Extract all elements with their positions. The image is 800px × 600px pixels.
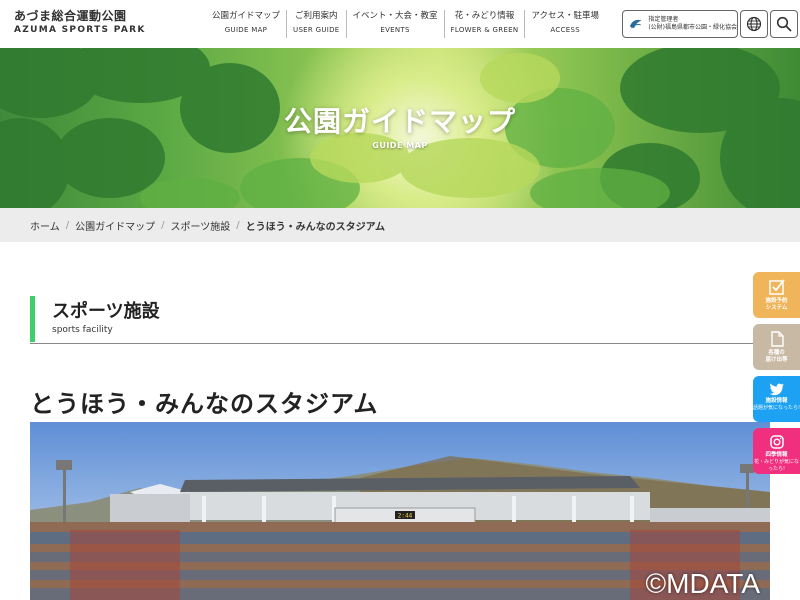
nav-label-jp: アクセス・駐車場 [531, 11, 599, 21]
breadcrumb: ホーム / 公園ガイドマップ / スポーツ施設 / とうほう・みんなのスタジアム [0, 208, 800, 242]
globe-icon [746, 16, 762, 32]
section-accent-bar [30, 296, 35, 342]
nav-guide-map[interactable]: 公園ガイドマップ GUIDE MAP [206, 10, 286, 38]
side-tab-label: 四季情報 花・みどりが気になったら! [753, 452, 800, 473]
scoreboard-clock: 2:44 [398, 513, 413, 520]
manager-line1: 指定管理者 [648, 16, 679, 23]
search-icon [776, 16, 792, 32]
hero-subtitle: GUIDE MAP [372, 141, 428, 150]
page-title: とうほう・みんなのスタジアム [30, 390, 379, 418]
side-tab-label: 施設情報 話題が気になったら! [753, 398, 800, 412]
logo-japanese: あづま総合運動公園 [14, 9, 127, 23]
side-tab-forms[interactable]: 各種の 届け出等 [753, 324, 800, 370]
nav-label-jp: 花・みどり情報 [454, 11, 515, 21]
manager-text: 指定管理者 (公財)福島県都市公園・緑化協会 [648, 16, 737, 32]
breadcrumb-separator: / [161, 219, 165, 231]
search-button[interactable] [770, 10, 798, 38]
side-tab-instagram[interactable]: 四季情報 花・みどりが気になったら! [753, 428, 800, 474]
side-tab-label-line2: 届け出等 [765, 357, 788, 363]
side-tab-label: 施設予約 システム [753, 298, 800, 312]
global-nav: 公園ガイドマップ GUIDE MAP ご利用案内 USER GUIDE イベント… [206, 10, 605, 38]
nav-label-jp: 公園ガイドマップ [212, 11, 281, 21]
side-tab-label-line1: 各種の [768, 350, 785, 356]
site-logo[interactable]: あづま総合運動公園 AZUMA SPORTS PARK [14, 9, 146, 35]
manager-link[interactable]: 指定管理者 (公財)福島県都市公園・緑化協会 [622, 10, 738, 38]
nav-label-en: FLOWER & GREEN [450, 26, 519, 34]
breadcrumb-separator: / [236, 219, 240, 231]
instagram-icon [769, 435, 784, 449]
nav-label-jp: ご利用案内 [295, 11, 338, 21]
hero-title: 公園ガイドマップ [283, 105, 516, 138]
hero-banner: 公園ガイドマップ GUIDE MAP [0, 48, 800, 208]
side-tab-label-line2: 花・みどりが気になったら! [753, 459, 799, 472]
side-tab-twitter[interactable]: 施設情報 話題が気になったら! [753, 376, 800, 422]
breadcrumb-guide-map[interactable]: 公園ガイドマップ [75, 218, 155, 233]
nav-label-en: USER GUIDE [293, 26, 340, 34]
twitter-icon [769, 383, 784, 396]
side-tab-label-line2: 話題が気になったら! [753, 405, 800, 411]
nav-label-en: GUIDE MAP [224, 26, 268, 34]
stadium-photo: 2:44 ©MDATA [30, 422, 770, 600]
logo-english: AZUMA SPORTS PARK [14, 25, 146, 35]
side-tab-label-line1: 施設情報 [765, 398, 788, 404]
side-tab-label-line2: システム [765, 305, 788, 311]
association-logo-icon [629, 19, 642, 29]
nav-events[interactable]: イベント・大会・教室 EVENTS [345, 10, 444, 38]
section-subtitle: sports facility [52, 325, 113, 335]
breadcrumb-separator: / [65, 219, 70, 231]
side-tab-label-line1: 四季情報 [765, 452, 788, 458]
side-tab-label: 各種の 届け出等 [753, 350, 800, 364]
nav-label-en: EVENTS [380, 26, 410, 34]
nav-label-en: ACCESS [550, 26, 580, 34]
nav-access[interactable]: アクセス・駐車場 ACCESS [524, 10, 605, 38]
nav-flower-green[interactable]: 花・みどり情報 FLOWER & GREEN [443, 10, 525, 38]
side-tab-label-line1: 施設予約 [765, 298, 788, 304]
nav-user-guide[interactable]: ご利用案内 USER GUIDE [286, 10, 346, 38]
breadcrumb-current: とうほう・みんなのスタジアム [245, 221, 385, 233]
photo-watermark: ©MDATA [645, 568, 760, 599]
checkbox-icon [768, 279, 785, 295]
breadcrumb-sports-facility[interactable]: スポーツ施設 [170, 218, 230, 233]
section-heading: スポーツ施設 sports facility [30, 296, 770, 344]
manager-line2: (公財)福島県都市公園・緑化協会 [648, 24, 737, 31]
section-title: スポーツ施設 [52, 301, 160, 322]
side-tab-reservation[interactable]: 施設予約 システム [753, 272, 800, 318]
breadcrumb-home[interactable]: ホーム [30, 218, 60, 233]
language-button[interactable] [740, 10, 768, 38]
site-header: あづま総合運動公園 AZUMA SPORTS PARK 公園ガイドマップ GUI… [0, 0, 800, 48]
nav-label-jp: イベント・大会・教室 [352, 11, 438, 21]
document-icon [770, 331, 784, 347]
